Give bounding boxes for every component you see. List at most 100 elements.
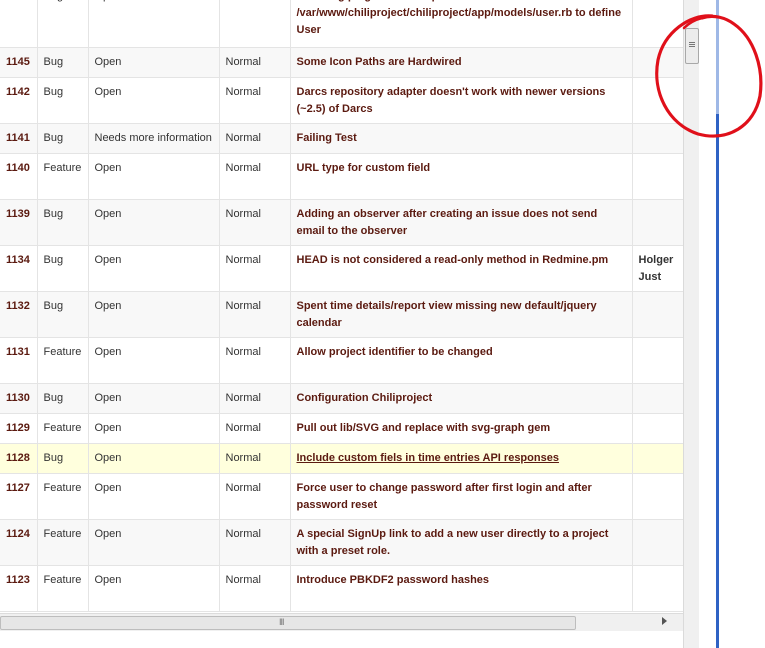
issue-subject[interactable]: Spent time details/report view missing n… — [297, 300, 597, 329]
issue-id[interactable]: 1141 — [6, 132, 30, 144]
issue-priority: Normal — [225, 207, 261, 220]
issue-id[interactable]: 1123 — [6, 574, 30, 586]
issue-row[interactable]: 1145 Bug Open Normal Some Icon Paths are Har… — [0, 47, 683, 78]
issues-table: 1147 Bug Open Normal Installing plugin faile… — [0, 0, 683, 612]
issue-id[interactable]: 1132 — [6, 300, 30, 312]
issue-status: Open — [94, 481, 122, 494]
issue-status: Open — [94, 85, 122, 98]
issue-row[interactable]: 1130 Bug Open Normal Configuration Chiliproj… — [0, 383, 683, 414]
scroll-right-arrow-icon[interactable] — [662, 617, 667, 625]
below-scrollbar-area — [0, 631, 683, 648]
issue-tracker: Bug — [43, 85, 64, 98]
issue-tracker: Feature — [43, 527, 82, 540]
issue-tracker: Feature — [43, 161, 82, 174]
issue-id[interactable]: 1139 — [6, 208, 30, 220]
issue-id[interactable]: 1130 — [6, 392, 30, 404]
issue-status: Open — [94, 391, 122, 404]
issue-tracker: Feature — [43, 481, 82, 494]
issue-tracker: Bug — [43, 299, 64, 312]
issue-row[interactable]: 1131 Feature Open Normal Allow project ident… — [0, 337, 683, 384]
issue-status: Open — [94, 345, 122, 358]
issue-priority: Normal — [225, 85, 261, 98]
issue-status: Open — [94, 161, 122, 174]
issue-status: Open — [94, 299, 122, 312]
issue-id[interactable]: 1145 — [6, 56, 30, 68]
issue-priority: Normal — [225, 481, 261, 494]
issue-priority: Normal — [225, 253, 261, 266]
issue-tracker: Bug — [43, 451, 64, 464]
issue-id[interactable]: 1124 — [6, 528, 30, 540]
issue-tracker: Feature — [43, 345, 82, 358]
issue-row[interactable]: 1123 Feature Open Normal Introduce PBKDF2 pa… — [0, 565, 683, 612]
issue-status: Open — [94, 573, 122, 586]
issues-list-viewport: 1147 Bug Open Normal Installing plugin faile… — [0, 0, 683, 613]
issue-subject[interactable]: Introduce PBKDF2 password hashes — [297, 574, 490, 586]
issue-priority: Normal — [225, 55, 261, 68]
issue-tracker: Bug — [43, 131, 64, 144]
issue-row[interactable]: 1142 Bug Open Normal Darcs repository adapte… — [0, 77, 683, 124]
issue-row[interactable]: 1140 Feature Open Normal URL type for custom… — [0, 153, 683, 200]
issue-priority: Normal — [225, 527, 261, 540]
issue-tracker: Bug — [43, 253, 64, 266]
issue-priority: Normal — [226, 0, 261, 2]
issue-status: Open — [94, 527, 122, 540]
issue-priority: Normal — [225, 161, 261, 174]
issue-status: Open — [94, 253, 122, 266]
issue-row[interactable]: 1127 Feature Open Normal Force user to chang… — [0, 473, 683, 520]
issue-subject[interactable]: Failing Test — [297, 132, 357, 144]
issue-id[interactable]: 1128 — [6, 452, 30, 464]
issue-subject[interactable]: Include custom fiels in time entries API… — [297, 452, 559, 464]
issue-subject[interactable]: Adding an observer after creating an iss… — [297, 208, 598, 237]
issue-id[interactable]: 1131 — [6, 346, 30, 358]
issue-priority: Normal — [225, 451, 261, 464]
horizontal-scrollbar-thumb[interactable]: III — [0, 616, 576, 630]
issue-row[interactable]: 1124 Feature Open Normal A special SignUp li… — [0, 519, 683, 566]
scroll-grip-icon: III — [279, 617, 284, 627]
issue-tracker: Bug — [43, 207, 64, 220]
issue-subject[interactable]: HEAD is not considered a read-only metho… — [297, 254, 609, 266]
issue-status: Open — [94, 55, 122, 68]
issue-id[interactable]: 1129 — [6, 422, 30, 434]
issue-subject[interactable]: Configuration Chiliproject — [297, 392, 433, 404]
issue-row[interactable]: 1139 Bug Open Normal Adding an observer afte… — [0, 199, 683, 246]
issue-status: Open — [94, 421, 122, 434]
horizontal-scrollbar[interactable]: III — [0, 613, 683, 631]
issue-subject[interactable]: Installing plugin failes. Expected /var/… — [297, 0, 622, 36]
issue-priority: Normal — [225, 299, 261, 312]
issue-subject[interactable]: Allow project identifier to be changed — [297, 346, 493, 358]
issue-id[interactable]: 1147 — [6, 0, 30, 2]
issue-status: Open — [94, 451, 122, 464]
issue-row[interactable]: 1129 Feature Open Normal Pull out lib/SVG an… — [0, 413, 683, 444]
issue-subject[interactable]: Force user to change password after firs… — [297, 482, 592, 511]
issue-priority: Normal — [225, 573, 261, 586]
issue-subject[interactable]: Some Icon Paths are Hardwired — [297, 56, 462, 68]
issue-row[interactable]: 1134 Bug Open Normal HEAD is not considered … — [0, 245, 683, 292]
issue-assignee[interactable]: Holger Just — [639, 254, 674, 283]
red-annotation-circle — [655, 14, 763, 138]
issue-priority: Normal — [225, 131, 261, 144]
issue-status: Open — [95, 0, 122, 2]
issue-id[interactable]: 1142 — [6, 86, 30, 98]
window-edge — [716, 114, 719, 648]
issue-row[interactable]: 1141 Bug Needs more information Normal Faili… — [0, 123, 683, 154]
issue-priority: Normal — [225, 421, 261, 434]
issue-id[interactable]: 1140 — [6, 162, 30, 174]
issue-row[interactable]: 1128 Bug Open Normal Include custom fiels in… — [0, 443, 683, 474]
issue-priority: Normal — [225, 391, 261, 404]
annotation-stroke — [655, 14, 763, 138]
issue-priority: Normal — [225, 345, 261, 358]
issue-tracker: Bug — [43, 55, 64, 68]
issue-subject[interactable]: A special SignUp link to add a new user … — [297, 528, 609, 557]
issue-status: Needs more information — [94, 131, 212, 144]
issue-status: Open — [94, 207, 122, 220]
issue-tracker: Feature — [43, 421, 82, 434]
issue-subject[interactable]: URL type for custom field — [297, 162, 431, 174]
issue-row[interactable]: 1132 Bug Open Normal Spent time details/repo… — [0, 291, 683, 338]
issue-subject[interactable]: Pull out lib/SVG and replace with svg-gr… — [297, 422, 551, 434]
issue-tracker: Bug — [43, 391, 64, 404]
issue-subject[interactable]: Darcs repository adapter doesn't work wi… — [297, 86, 606, 115]
issue-row[interactable]: 1147 Bug Open Normal Installing plugin faile… — [0, 0, 683, 48]
issue-id[interactable]: 1127 — [6, 482, 30, 494]
issue-tracker: Feature — [43, 573, 82, 586]
issue-id[interactable]: 1134 — [6, 254, 30, 266]
